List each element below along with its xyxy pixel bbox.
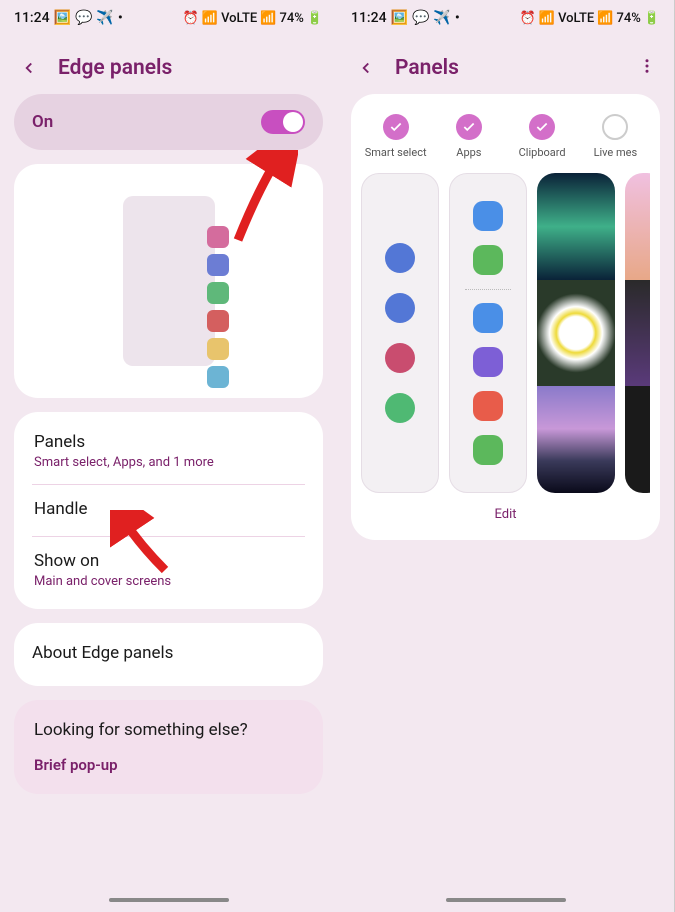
check-icon bbox=[456, 114, 482, 140]
status-time: 11:24 bbox=[14, 10, 50, 26]
volte-icon: VoLTE bbox=[221, 11, 257, 26]
suggestion-card: Looking for something else? Brief pop-up bbox=[14, 700, 323, 794]
preview-phone-graphic bbox=[123, 196, 215, 366]
about-card[interactable]: About Edge panels bbox=[14, 623, 323, 686]
gallery-icon: 🖼️ bbox=[391, 10, 408, 26]
battery-icon: 🔋 bbox=[307, 11, 323, 26]
signal-icon: 📶 bbox=[597, 11, 613, 26]
home-indicator[interactable] bbox=[446, 898, 566, 902]
chat-icon: 💬 bbox=[75, 10, 92, 26]
back-button[interactable] bbox=[18, 57, 40, 79]
battery-percent: 74% bbox=[279, 11, 303, 26]
edit-link[interactable]: Edit bbox=[361, 507, 650, 522]
clipboard-image-flower bbox=[537, 280, 615, 387]
panels-content-card: Smart select Apps Clipboard Live mes bbox=[351, 94, 660, 540]
messages-app-icon bbox=[473, 303, 503, 333]
status-time: 11:24 bbox=[351, 10, 387, 26]
calendar-app-icon bbox=[473, 201, 503, 231]
rectangle-select-icon bbox=[385, 243, 415, 273]
alarm-icon: ⏰ bbox=[183, 11, 199, 26]
dot-icon: • bbox=[118, 10, 123, 26]
toggle-label: On bbox=[32, 112, 53, 132]
master-toggle[interactable] bbox=[261, 110, 305, 134]
phone-app-icon bbox=[473, 435, 503, 465]
browser-app-icon bbox=[473, 347, 503, 377]
battery-icon: 🔋 bbox=[644, 11, 660, 26]
page-title: Panels bbox=[395, 56, 459, 80]
panel-preview-apps[interactable] bbox=[449, 173, 527, 493]
wifi-icon: 📶 bbox=[202, 11, 218, 26]
home-indicator[interactable] bbox=[109, 898, 229, 902]
header: Edge panels bbox=[0, 36, 337, 94]
alarm-icon: ⏰ bbox=[520, 11, 536, 26]
wifi-icon: 📶 bbox=[539, 11, 555, 26]
battery-percent: 74% bbox=[616, 11, 640, 26]
panels-item[interactable]: Panels Smart select, Apps, and 1 more bbox=[32, 418, 305, 485]
edge-panel-preview bbox=[14, 164, 323, 398]
live-image-3 bbox=[625, 386, 650, 493]
back-button[interactable] bbox=[355, 57, 377, 79]
notes-app-icon bbox=[473, 391, 503, 421]
selector-smart-select[interactable]: Smart select bbox=[361, 114, 430, 159]
panel-selectors-row: Smart select Apps Clipboard Live mes bbox=[361, 114, 650, 159]
gif-icon bbox=[385, 393, 415, 423]
suggestion-link[interactable]: Brief pop-up bbox=[34, 756, 303, 774]
check-icon-unchecked bbox=[602, 114, 628, 140]
pin-icon bbox=[385, 343, 415, 373]
panel-preview-clipboard[interactable] bbox=[537, 173, 615, 493]
clipboard-image-aurora bbox=[537, 173, 615, 280]
left-phone: 11:24 🖼️ 💬 ✈️ • ⏰ 📶 VoLTE 📶 74% 🔋 Edge p… bbox=[0, 0, 337, 912]
panels-subtitle: Smart select, Apps, and 1 more bbox=[34, 455, 303, 470]
chat-icon: 💬 bbox=[412, 10, 429, 26]
live-image-2 bbox=[625, 280, 650, 387]
telegram-icon: ✈️ bbox=[96, 10, 113, 26]
check-icon bbox=[529, 114, 555, 140]
live-image-1 bbox=[625, 173, 650, 280]
telegram-icon: ✈️ bbox=[433, 10, 450, 26]
settings-list-card: Panels Smart select, Apps, and 1 more Ha… bbox=[14, 412, 323, 609]
divider-separator bbox=[465, 289, 511, 290]
about-label: About Edge panels bbox=[32, 643, 305, 663]
handle-item[interactable]: Handle bbox=[32, 485, 305, 537]
panel-previews-row[interactable] bbox=[361, 173, 650, 493]
handle-label: Handle bbox=[34, 499, 303, 519]
calculator-app-icon bbox=[473, 245, 503, 275]
panel-preview-live-messages[interactable] bbox=[625, 173, 650, 493]
status-bar: 11:24 🖼️ 💬 ✈️ • ⏰ 📶 VoLTE 📶 74% 🔋 bbox=[0, 0, 337, 36]
header: Panels bbox=[337, 36, 674, 94]
page-title: Edge panels bbox=[58, 56, 172, 80]
panel-preview-smart-select[interactable] bbox=[361, 173, 439, 493]
show-on-item[interactable]: Show on Main and cover screens bbox=[32, 537, 305, 603]
selector-clipboard[interactable]: Clipboard bbox=[508, 114, 577, 159]
oval-select-icon bbox=[385, 293, 415, 323]
show-on-subtitle: Main and cover screens bbox=[34, 574, 303, 589]
more-button[interactable] bbox=[638, 57, 656, 79]
selector-apps[interactable]: Apps bbox=[434, 114, 503, 159]
gallery-icon: 🖼️ bbox=[54, 10, 71, 26]
volte-icon: VoLTE bbox=[558, 11, 594, 26]
right-phone: 11:24 🖼️ 💬 ✈️ • ⏰ 📶 VoLTE 📶 74% 🔋 Panels bbox=[337, 0, 674, 912]
check-icon bbox=[383, 114, 409, 140]
status-bar: 11:24 🖼️ 💬 ✈️ • ⏰ 📶 VoLTE 📶 74% 🔋 bbox=[337, 0, 674, 36]
signal-icon: 📶 bbox=[260, 11, 276, 26]
clipboard-image-pier bbox=[537, 386, 615, 493]
master-toggle-row[interactable]: On bbox=[14, 94, 323, 150]
selector-live-messages[interactable]: Live mes bbox=[581, 114, 650, 159]
show-on-label: Show on bbox=[34, 551, 303, 571]
suggestion-title: Looking for something else? bbox=[34, 720, 303, 740]
panels-label: Panels bbox=[34, 432, 303, 452]
dot-icon: • bbox=[455, 10, 460, 26]
